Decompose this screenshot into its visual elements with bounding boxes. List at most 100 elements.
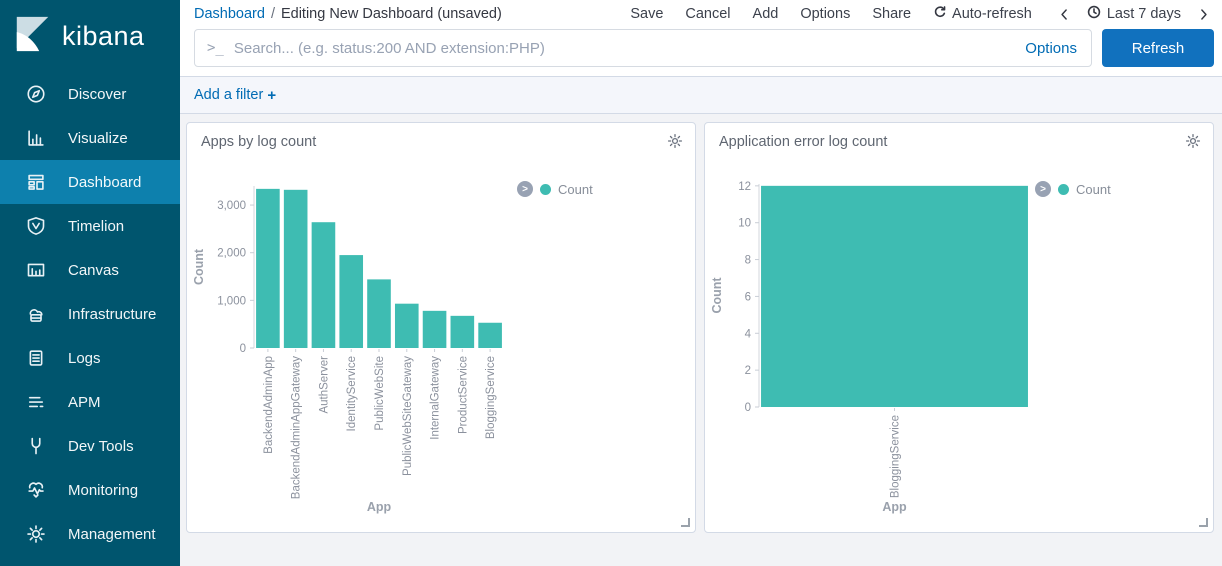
legend-series-label[interactable]: Count	[558, 182, 593, 197]
refresh-button[interactable]: Refresh	[1102, 29, 1214, 67]
svg-text:BackendAdminAppGateway: BackendAdminAppGateway	[291, 356, 303, 499]
search-input[interactable]	[234, 40, 1013, 57]
cloud-server-icon	[26, 304, 46, 324]
apps-bar-chart[interactable]: 01,0002,0003,000BackendAdminAppBackendAd…	[187, 151, 696, 533]
sidebar-item-dashboard[interactable]: Dashboard	[0, 160, 180, 204]
sidebar-item-label: Timelion	[68, 218, 124, 235]
time-picker[interactable]: Last 7 days	[1087, 5, 1181, 23]
panel-gear-icon[interactable]	[1185, 133, 1201, 149]
panel-application-error-log-count: Application error log count 024681012Blo…	[704, 122, 1214, 533]
legend-expand-icon[interactable]: >	[1035, 181, 1051, 197]
dashboard-grid: Apps by log count 01,0002,0003,000Backen…	[180, 114, 1222, 566]
svg-text:AuthServer: AuthServer	[318, 356, 330, 414]
svg-text:InternalGateway: InternalGateway	[430, 356, 442, 440]
sidebar-item-infrastructure[interactable]: Infrastructure	[0, 292, 180, 336]
options-button[interactable]: Options	[800, 6, 850, 22]
legend-series-dot	[540, 184, 551, 195]
plus-icon[interactable]: +	[267, 87, 276, 104]
svg-text:12: 12	[738, 181, 751, 193]
compass-icon	[26, 84, 46, 104]
panel-title[interactable]: Apps by log count	[201, 134, 316, 150]
sidebar-item-management[interactable]: Management	[0, 512, 180, 556]
chart-legend: > Count	[1035, 181, 1111, 197]
sidebar-item-label: Canvas	[68, 262, 119, 279]
sidebar-item-label: Infrastructure	[68, 306, 156, 323]
sidebar-item-label: Dashboard	[68, 174, 141, 191]
breadcrumb-separator: /	[271, 6, 275, 22]
panel-gear-icon[interactable]	[667, 133, 683, 149]
query-prompt-icon: >_	[207, 40, 224, 56]
time-range-label: Last 7 days	[1107, 6, 1181, 22]
sidebar-item-label: Logs	[68, 350, 101, 367]
svg-text:PublicWebSiteGateway: PublicWebSiteGateway	[402, 356, 414, 476]
sidebar-item-logs[interactable]: Logs	[0, 336, 180, 380]
chart-legend: > Count	[517, 181, 593, 197]
clock-icon	[1087, 5, 1101, 23]
wrench-icon	[26, 436, 46, 456]
canvas-frame-icon	[26, 260, 46, 280]
auto-refresh-label: Auto-refresh	[952, 6, 1032, 22]
sidebar-item-canvas[interactable]: Canvas	[0, 248, 180, 292]
legend-series-label[interactable]: Count	[1076, 182, 1111, 197]
dashboard-icon	[26, 172, 46, 192]
svg-text:BackendAdminApp: BackendAdminApp	[263, 356, 275, 454]
svg-text:2: 2	[745, 365, 751, 377]
svg-text:App: App	[367, 500, 392, 514]
breadcrumb-current: Editing New Dashboard (unsaved)	[281, 6, 502, 22]
app-root: kibana Discover Visualize Dashboard Time…	[0, 0, 1222, 566]
sidebar-item-label: Dev Tools	[68, 438, 134, 455]
sidebar-item-monitoring[interactable]: Monitoring	[0, 468, 180, 512]
error-bar-chart[interactable]: 024681012BloggingServiceCountApp	[705, 151, 1211, 533]
sidebar-item-apm[interactable]: APM	[0, 380, 180, 424]
legend-expand-icon[interactable]: >	[517, 181, 533, 197]
panel-resize-handle[interactable]	[1199, 518, 1208, 527]
svg-text:0: 0	[745, 402, 751, 414]
sidebar-item-label: Discover	[68, 86, 126, 103]
svg-text:BloggingService: BloggingService	[890, 415, 902, 498]
query-options-link[interactable]: Options	[1025, 40, 1077, 57]
sidebar-item-dev-tools[interactable]: Dev Tools	[0, 424, 180, 468]
sidebar: kibana Discover Visualize Dashboard Time…	[0, 0, 180, 566]
top-header: Dashboard / Editing New Dashboard (unsav…	[180, 0, 1222, 77]
panel-resize-handle[interactable]	[681, 518, 690, 527]
gear-icon	[26, 524, 46, 544]
sidebar-item-label: Visualize	[68, 130, 128, 147]
kibana-logo[interactable]: kibana	[0, 0, 180, 72]
add-button[interactable]: Add	[753, 6, 779, 22]
kibana-logo-text: kibana	[62, 21, 145, 52]
share-button[interactable]: Share	[872, 6, 911, 22]
svg-text:Count: Count	[710, 277, 724, 314]
save-button[interactable]: Save	[630, 6, 663, 22]
auto-refresh-button[interactable]: Auto-refresh	[933, 5, 1032, 23]
svg-text:10: 10	[738, 218, 751, 230]
refresh-cycle-icon	[933, 5, 947, 23]
svg-text:PublicWebSite: PublicWebSite	[374, 356, 386, 431]
svg-text:8: 8	[745, 255, 751, 267]
svg-text:0: 0	[240, 343, 246, 355]
search-row: >_ Options Refresh	[180, 28, 1222, 76]
bar-chart-icon	[26, 128, 46, 148]
sidebar-item-label: Management	[68, 526, 156, 543]
logs-scroll-icon	[26, 348, 46, 368]
sidebar-item-discover[interactable]: Discover	[0, 72, 180, 116]
svg-text:ProductService: ProductService	[457, 356, 469, 434]
sidebar-nav: Discover Visualize Dashboard Timelion Ca…	[0, 72, 180, 556]
panel-title[interactable]: Application error log count	[719, 134, 887, 150]
kibana-logo-icon	[12, 13, 54, 60]
sidebar-item-label: APM	[68, 394, 101, 411]
shield-icon	[26, 216, 46, 236]
breadcrumb: Dashboard / Editing New Dashboard (unsav…	[194, 6, 502, 22]
chevron-right-icon[interactable]	[1197, 8, 1210, 21]
apm-lines-icon	[26, 392, 46, 412]
breadcrumb-dashboard-link[interactable]: Dashboard	[194, 6, 265, 22]
chevron-left-icon[interactable]	[1058, 8, 1071, 21]
search-box: >_ Options	[194, 29, 1092, 67]
svg-text:3,000: 3,000	[217, 200, 246, 212]
sidebar-item-timelion[interactable]: Timelion	[0, 204, 180, 248]
add-filter-link[interactable]: Add a filter	[194, 87, 263, 103]
cancel-button[interactable]: Cancel	[685, 6, 730, 22]
svg-text:6: 6	[745, 291, 751, 303]
svg-text:2,000: 2,000	[217, 248, 246, 260]
sidebar-item-visualize[interactable]: Visualize	[0, 116, 180, 160]
main-area: Dashboard / Editing New Dashboard (unsav…	[180, 0, 1222, 566]
